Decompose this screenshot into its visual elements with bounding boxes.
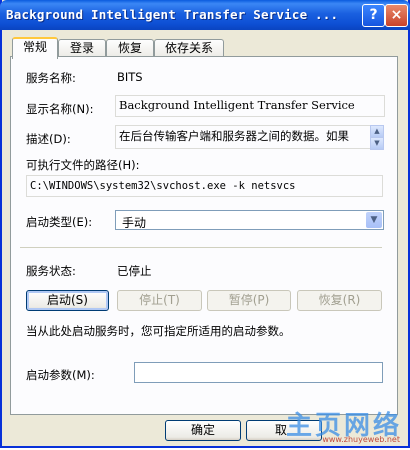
exe-path-text: C:\WINDOWS\system32\svchost.exe -k netsv… — [30, 180, 296, 192]
service-name-label: 服务名称: — [26, 71, 76, 85]
description-label: 描述(D): — [26, 132, 71, 146]
general-panel: 服务名称: BITS 显示名称(N): Background Intellige… — [10, 56, 398, 415]
display-name-text: Background Intelligent Transfer Service — [119, 98, 355, 112]
startup-type-select[interactable]: 手动 ▼ — [115, 210, 384, 230]
exe-path-label: 可执行文件的路径(H): — [26, 158, 140, 172]
help-button[interactable]: ? — [362, 4, 385, 27]
title-bar[interactable]: Background Intelligent Transfer Service … — [0, 0, 410, 30]
resume-button[interactable]: 恢复(R) — [297, 290, 382, 311]
service-status-label: 服务状态: — [26, 264, 76, 278]
service-status-value: 已停止 — [117, 264, 152, 278]
display-name-field[interactable]: Background Intelligent Transfer Service — [115, 95, 385, 117]
properties-window: Background Intelligent Transfer Service … — [0, 0, 410, 448]
tab-dependencies[interactable]: 依存关系 — [154, 39, 224, 57]
tab-logon[interactable]: 登录 — [58, 39, 106, 57]
scroll-down-icon[interactable]: ▼ — [370, 137, 384, 150]
chevron-down-icon[interactable]: ▼ — [366, 212, 382, 228]
tab-general[interactable]: 常规 — [12, 37, 58, 59]
start-params-label: 启动参数(M): — [26, 368, 95, 382]
start-params-hint: 当从此处启动服务时，您可指定所适用的启动参数。 — [26, 324, 291, 338]
stop-button[interactable]: 停止(T) — [117, 290, 202, 311]
display-name-label: 显示名称(N): — [26, 102, 94, 116]
service-name-value: BITS — [117, 70, 143, 84]
description-field[interactable]: 在后台传输客户端和服务器之间的数据。如果 — [115, 125, 371, 149]
startup-type-value: 手动 — [122, 216, 147, 230]
tab-recovery[interactable]: 恢复 — [106, 39, 154, 57]
start-button[interactable]: 启动(S) — [26, 290, 109, 311]
pause-button[interactable]: 暂停(P) — [207, 290, 291, 311]
divider — [20, 247, 382, 248]
exe-path-field[interactable]: C:\WINDOWS\system32\svchost.exe -k netsv… — [26, 175, 383, 197]
site-watermark-url: www.zhuyeweb.net — [322, 435, 400, 444]
description-scrollbar[interactable]: ▲ ▼ — [370, 125, 384, 150]
description-text: 在后台传输客户端和服务器之间的数据。如果 — [119, 129, 349, 143]
window-title: Background Intelligent Transfer Service … — [6, 7, 339, 22]
start-params-input[interactable] — [134, 362, 383, 383]
startup-type-label: 启动类型(E): — [26, 215, 93, 229]
ok-button[interactable]: 确定 — [165, 420, 241, 441]
close-button[interactable]: × — [385, 4, 408, 27]
